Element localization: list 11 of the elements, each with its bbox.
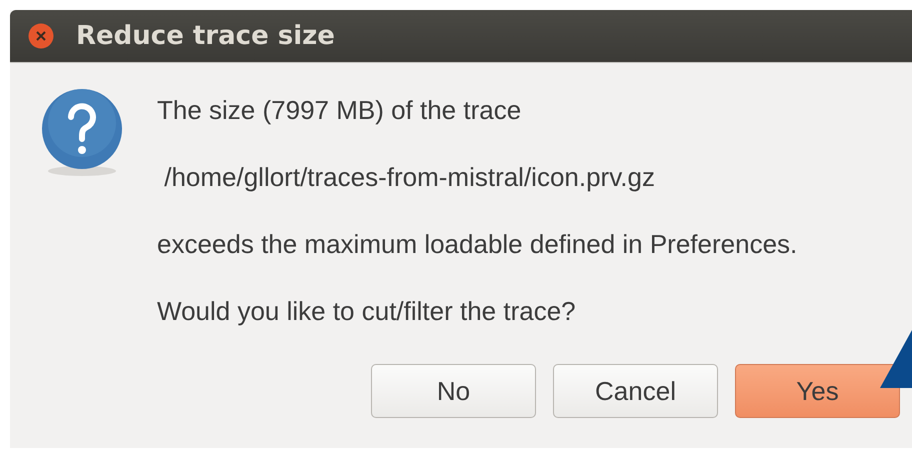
- question-icon: [40, 87, 124, 177]
- message-text: The size (7997 MB) of the trace: [157, 95, 522, 125]
- no-button[interactable]: No: [371, 364, 536, 418]
- cancel-button[interactable]: Cancel: [553, 364, 718, 418]
- message-text: Would you like to cut/filter the trace?: [157, 296, 577, 326]
- yes-button[interactable]: Yes: [735, 364, 900, 418]
- message-text: /home/gllort/traces-from-mistral/icon.prv.gz: [163, 162, 656, 192]
- message-text: exceeds the maximum loadable defined in Preferences.: [157, 229, 798, 259]
- pointer-arrow: [880, 330, 912, 388]
- window-title: Reduce trace size: [76, 21, 335, 51]
- close-icon[interactable]: [28, 23, 54, 49]
